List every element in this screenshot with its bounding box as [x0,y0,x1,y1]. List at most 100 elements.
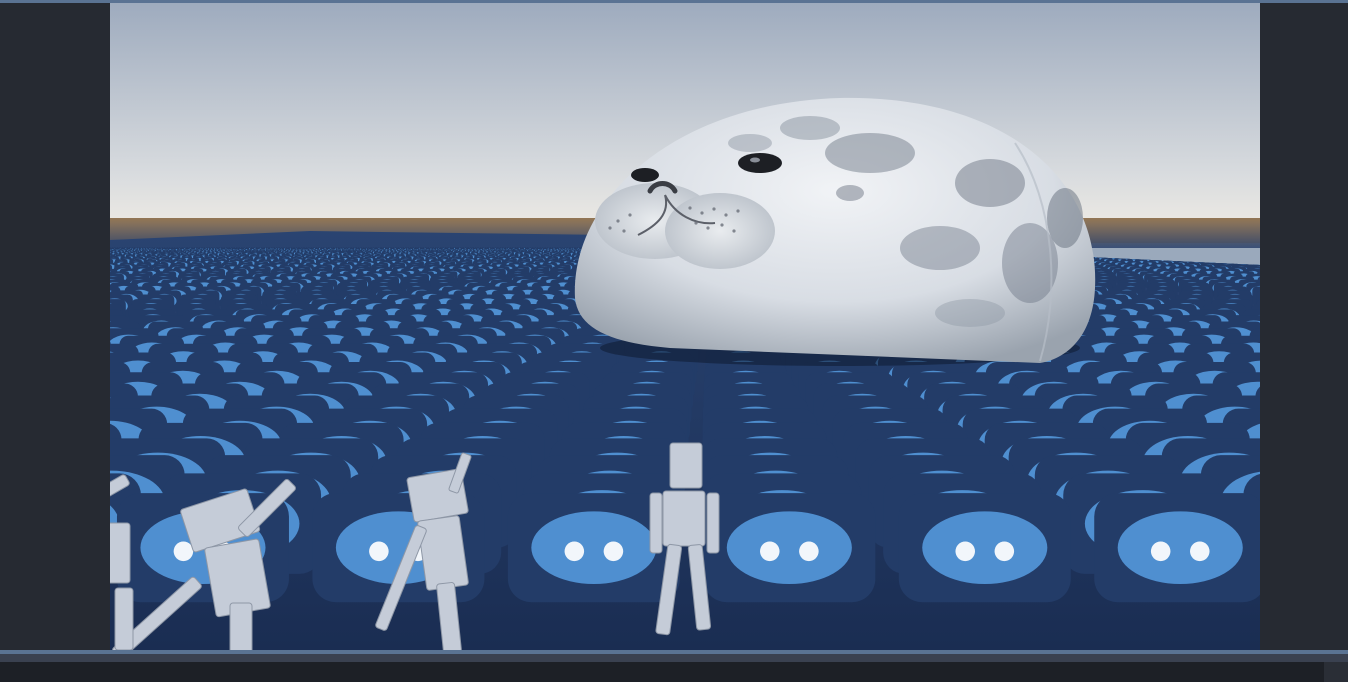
floor-tile [1179,250,1187,255]
godot-logo-tile [1123,253,1130,257]
godot-logo-tile [1259,250,1260,254]
godot-logo-tile [1238,248,1242,251]
floor-tile [1251,249,1258,254]
godot-logo-tile [1251,249,1256,252]
floor-tile [1096,251,1104,256]
floor-tile [1221,248,1228,252]
floor-tile [1136,251,1144,256]
godot-logo-tile [1247,251,1253,255]
godot-logo-tile [1124,249,1129,253]
floor-tile [1180,249,1187,253]
floor-tile [1141,254,1151,261]
godot-logo-tile [1104,247,1108,250]
floor-tile [1169,248,1175,252]
floor-tile [1166,252,1175,258]
floor-tile [1104,252,1113,258]
floor-tile [1182,255,1193,262]
floor-tile [1157,250,1164,255]
godot-logo-tile [1205,255,1212,260]
floor-tile [1182,249,1189,254]
floor-tile [1171,255,1182,262]
floor-tile [1212,253,1221,259]
floor-tile [1193,252,1201,258]
godot-logo-tile [1244,249,1250,253]
floor-tile [1104,251,1112,256]
godot-logo-tile [1222,254,1230,258]
godot-logo-tile [1227,248,1231,251]
floor-tile [1201,252,1210,258]
floor-tile [1231,249,1238,254]
godot-logo-tile [1119,247,1123,250]
godot-logo-tile [1140,248,1145,251]
floor-tile [1215,248,1222,252]
godot-logo-tile [1215,255,1223,260]
godot-logo-tile [1170,252,1176,256]
floor-tile [1231,247,1237,251]
godot-logo-tile [1254,248,1258,251]
godot-logo-tile [1136,249,1142,253]
godot-logo-tile [1099,249,1104,252]
godot-logo-tile [1097,253,1103,257]
floor-tile [1141,249,1148,254]
floor-tile [1183,254,1193,261]
floor-tile [1194,247,1199,251]
godot-logo-tile [1252,250,1257,254]
floor-tile [1217,249,1224,254]
godot-logo-tile [1111,249,1116,253]
godot-logo-tile [1180,251,1186,255]
floor-tile [1255,254,1260,261]
godot-logo-tile [1211,253,1218,257]
godot-logo-tile [1158,249,1162,252]
godot-logo-tile [1193,247,1198,250]
floor-tile [1186,248,1192,252]
godot-logo-tile [1245,249,1250,252]
godot-logo-tile [1113,252,1119,256]
godot-logo-tile [1169,249,1174,252]
floor-tile [1231,249,1238,253]
floor-tile [1134,247,1140,251]
godot-logo-tile [1167,248,1172,251]
floor-tile [1163,248,1169,252]
godot-logo-tile [1228,247,1232,250]
floor-tile [1212,249,1219,253]
godot-logo-tile [1128,249,1133,252]
godot-logo-tile [1140,249,1145,252]
godot-logo-tile [1163,255,1171,260]
godot-logo-tile [1143,249,1148,253]
floor-tile [1194,250,1202,255]
left-letterbox [0,3,110,650]
floor-tile [1183,247,1189,251]
godot-logo-tile [1094,247,1098,250]
godot-logo-tile [1216,248,1220,251]
godot-logo-tile [1206,249,1211,253]
game-viewport[interactable] [110,3,1260,650]
floor-tile [1154,253,1164,259]
godot-logo-tile [1157,248,1161,251]
floor-tile [1254,252,1260,258]
floor-tile [1106,249,1113,254]
floor-tile [1250,253,1259,259]
godot-logo-tile [1188,247,1193,250]
godot-logo-tile [1161,256,1169,261]
godot-logo-tile [1225,255,1233,260]
floor-tile [1096,252,1104,258]
godot-logo-tile [1113,251,1118,255]
godot-logo-tile [1223,247,1227,250]
godot-logo-tile [1130,249,1135,253]
godot-logo-tile [1093,249,1098,252]
godot-logo-tile [1150,251,1156,255]
floor-tile [1245,252,1254,258]
floor-tile [1183,253,1193,259]
godot-logo-tile [1169,250,1175,254]
godot-logo-tile [1248,248,1253,251]
godot-logo-tile [1107,250,1113,254]
godot-logo-tile [1234,259,1244,265]
godot-logo-tile [1234,252,1241,256]
floor-tile [1187,250,1194,255]
floor-tile [1198,248,1204,252]
godot-logo-tile [1164,247,1168,250]
godot-logo-tile [1124,247,1128,250]
godot-logo-tile [1158,253,1165,257]
floor-tile [1151,247,1156,251]
godot-logo-tile [1105,249,1110,252]
